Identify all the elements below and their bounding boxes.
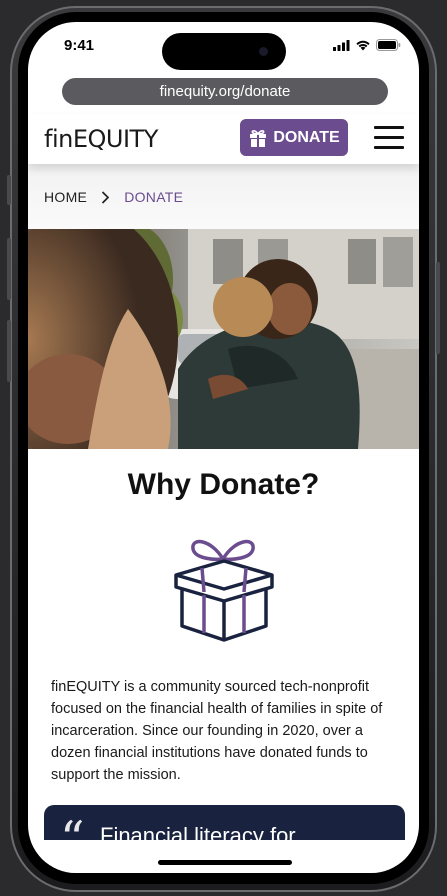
screen: 9:41 finequity.org/donate finEQUITY DONA… xyxy=(28,22,419,873)
address-bar[interactable]: finequity.org/donate xyxy=(62,78,388,105)
gift-box-icon xyxy=(171,529,277,648)
donate-button[interactable]: DONATE xyxy=(240,119,348,156)
chevron-right-icon xyxy=(102,190,110,204)
site-logo[interactable]: finEQUITY xyxy=(44,125,158,153)
camera-icon xyxy=(259,47,268,56)
power-button xyxy=(436,262,440,354)
wifi-icon xyxy=(356,40,370,51)
intro-paragraph: finEQUITY is a community sourced tech-no… xyxy=(51,679,383,783)
page-heading: Why Donate? xyxy=(127,468,320,501)
url-text: finequity.org/donate xyxy=(159,83,291,100)
bottom-safe-area xyxy=(28,840,419,873)
battery-icon xyxy=(376,39,401,51)
volume-down-button xyxy=(7,320,11,382)
action-button xyxy=(7,175,11,205)
status-icons xyxy=(333,39,401,51)
signal-icon xyxy=(333,39,350,51)
status-bar: 9:41 xyxy=(28,22,419,72)
breadcrumb: HOME DONATE xyxy=(28,164,419,230)
gift-icon xyxy=(250,129,267,147)
site-header: finEQUITY DONATE xyxy=(28,114,419,164)
breadcrumb-current: DONATE xyxy=(124,189,184,205)
hamburger-icon[interactable] xyxy=(374,126,404,149)
home-indicator[interactable] xyxy=(158,860,292,865)
donate-button-label: DONATE xyxy=(273,128,340,146)
dynamic-island xyxy=(162,33,286,70)
breadcrumb-home[interactable]: HOME xyxy=(44,189,87,205)
volume-up-button xyxy=(7,238,11,300)
hero-photo xyxy=(28,229,419,449)
status-time: 9:41 xyxy=(64,37,95,54)
hero-image xyxy=(28,229,419,449)
